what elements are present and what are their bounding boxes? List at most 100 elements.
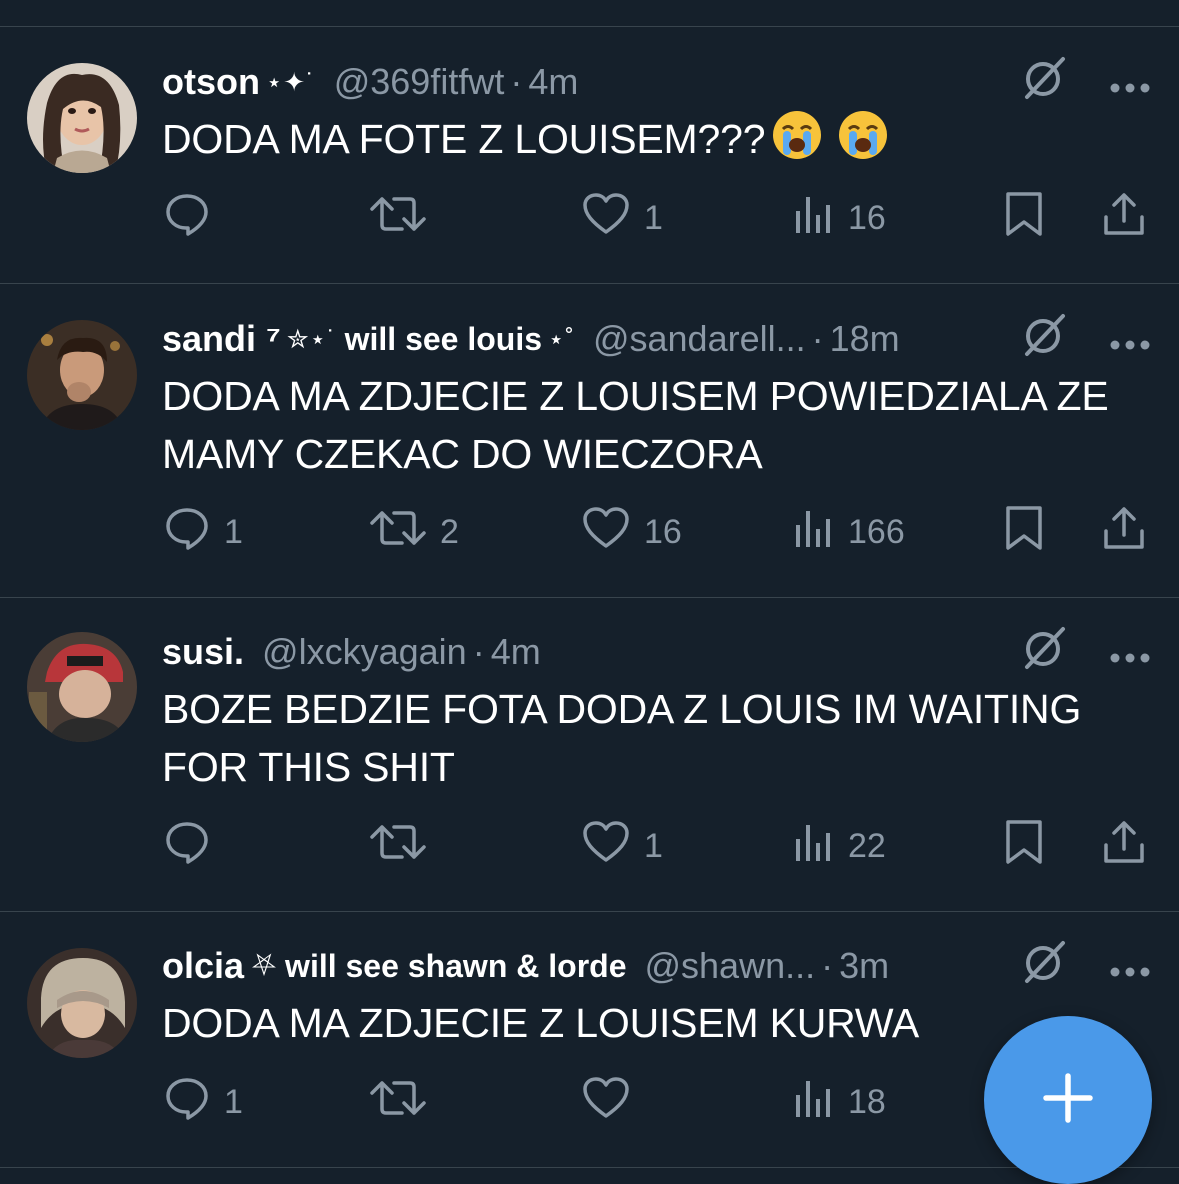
- tweet-header: susi. @lxckyagain · 4m: [162, 624, 1179, 680]
- like-count: 16: [644, 512, 682, 551]
- timeline-feed: otson ⋆✦˙ @369fitfwt · 4m DODA MA FOTE Z…: [0, 0, 1179, 1184]
- retweet-icon: [370, 1075, 426, 1130]
- tweet-actions: 1 16: [162, 188, 1152, 248]
- grok-icon[interactable]: [1021, 55, 1067, 110]
- heart-icon: [582, 1076, 630, 1129]
- retweet-icon: [370, 505, 426, 560]
- reply-button[interactable]: 1: [164, 502, 243, 562]
- tweet-text-content: DODA MA ZDJECIE Z LOUISEM KURWA: [162, 1000, 919, 1046]
- user-handle[interactable]: @sandarell...: [593, 318, 806, 360]
- grok-icon[interactable]: [1021, 939, 1067, 994]
- tweet-text: BOZE BEDZIE FOTA DODA Z LOUIS IM WAITING…: [162, 680, 1159, 796]
- display-name[interactable]: otson: [162, 61, 260, 103]
- avatar[interactable]: [27, 63, 137, 173]
- share-icon: [1102, 191, 1146, 246]
- share-button[interactable]: [1102, 502, 1146, 562]
- share-button[interactable]: [1102, 816, 1146, 876]
- bookmark-button[interactable]: [1004, 816, 1044, 876]
- reply-count: 1: [224, 1082, 243, 1121]
- reply-button[interactable]: [164, 816, 224, 876]
- display-name[interactable]: sandi ⁷: [162, 318, 281, 360]
- tweet-3[interactable]: susi. @lxckyagain · 4m BOZE BEDZIE FOTA …: [0, 598, 1179, 912]
- name-extra-decoration: ⋆˚: [548, 323, 575, 354]
- like-button[interactable]: 1: [582, 816, 663, 876]
- view-count: 16: [848, 198, 886, 237]
- retweet-button[interactable]: [370, 1072, 440, 1132]
- like-button[interactable]: 16: [582, 502, 682, 562]
- display-name[interactable]: olcia: [162, 945, 244, 987]
- separator: ·: [472, 631, 485, 672]
- views-button[interactable]: 22: [794, 816, 886, 876]
- share-icon: [1102, 505, 1146, 560]
- grok-icon[interactable]: [1021, 312, 1067, 367]
- more-dots-icon[interactable]: [1109, 945, 1151, 987]
- tweet-header: olcia ⛧ will see shawn & lorde @shawn...…: [162, 938, 1179, 994]
- views-chart-icon: [794, 821, 834, 872]
- views-button[interactable]: 18: [794, 1072, 886, 1132]
- timestamp[interactable]: 4m: [528, 61, 578, 103]
- more-dots-icon[interactable]: [1109, 61, 1151, 103]
- loudly-crying-face-icon: [771, 109, 823, 161]
- user-handle[interactable]: @lxckyagain: [262, 631, 467, 673]
- avatar[interactable]: [27, 320, 137, 430]
- reply-button[interactable]: 1: [164, 1072, 243, 1132]
- display-name-extra[interactable]: will see shawn & lorde: [285, 948, 626, 985]
- more-dots-icon[interactable]: [1109, 318, 1151, 360]
- header-icons: [1021, 55, 1151, 110]
- views-chart-icon: [794, 193, 834, 244]
- retweet-button[interactable]: [370, 188, 440, 248]
- retweet-button[interactable]: 2: [370, 502, 459, 562]
- reply-icon: [164, 191, 210, 246]
- header-icons: [1021, 312, 1151, 367]
- plus-icon: [1042, 1072, 1094, 1129]
- view-count: 18: [848, 1082, 886, 1121]
- bookmark-icon: [1004, 504, 1044, 561]
- tweet-actions: 1 22: [162, 816, 1152, 876]
- retweet-count: 2: [440, 512, 459, 551]
- tweet-2[interactable]: sandi ⁷ ✮⋆˙ will see louis ⋆˚ @sandarell…: [0, 284, 1179, 598]
- user-handle[interactable]: @shawn...: [644, 945, 815, 987]
- like-button[interactable]: [582, 1072, 644, 1132]
- timestamp[interactable]: 4m: [491, 631, 541, 673]
- timestamp[interactable]: 3m: [839, 945, 889, 987]
- tweet-text: DODA MA FOTE Z LOUISEM???: [162, 109, 1159, 168]
- compose-button[interactable]: [984, 1016, 1152, 1184]
- views-button[interactable]: 166: [794, 502, 905, 562]
- views-chart-icon: [794, 1077, 834, 1128]
- display-name[interactable]: susi.: [162, 631, 244, 673]
- reply-button[interactable]: [164, 188, 224, 248]
- tweet-text-content: BOZE BEDZIE FOTA DODA Z LOUIS IM WAITING…: [162, 686, 1082, 790]
- heart-icon: [582, 192, 630, 245]
- like-count: 1: [644, 826, 663, 865]
- bookmark-icon: [1004, 818, 1044, 875]
- tweet-actions: 1 2 16 166: [162, 502, 1152, 562]
- header-icons: [1021, 939, 1151, 994]
- header-icons: [1021, 625, 1151, 680]
- retweet-icon: [370, 191, 426, 246]
- view-count: 166: [848, 512, 905, 551]
- user-handle[interactable]: @369fitfwt: [334, 61, 505, 103]
- avatar[interactable]: [27, 948, 137, 1058]
- tweet-header: sandi ⁷ ✮⋆˙ will see louis ⋆˚ @sandarell…: [162, 311, 1179, 367]
- reply-icon: [164, 1075, 210, 1130]
- bookmark-button[interactable]: [1004, 188, 1044, 248]
- bookmark-icon: [1004, 190, 1044, 247]
- timestamp[interactable]: 18m: [830, 318, 900, 360]
- grok-icon[interactable]: [1021, 625, 1067, 680]
- share-button[interactable]: [1102, 188, 1146, 248]
- reply-icon: [164, 505, 210, 560]
- share-icon: [1102, 819, 1146, 874]
- retweet-button[interactable]: [370, 816, 440, 876]
- more-dots-icon[interactable]: [1109, 631, 1151, 673]
- tweet-text-content: DODA MA FOTE Z LOUISEM???: [162, 116, 766, 162]
- like-button[interactable]: 1: [582, 188, 663, 248]
- tweet-text-content: DODA MA ZDJECIE Z LOUISEM POWIEDZIALA ZE…: [162, 373, 1109, 477]
- view-count: 22: [848, 826, 886, 865]
- loudly-crying-face-icon: [837, 109, 889, 161]
- avatar[interactable]: [27, 632, 137, 742]
- tweet-1[interactable]: otson ⋆✦˙ @369fitfwt · 4m DODA MA FOTE Z…: [0, 27, 1179, 284]
- display-name-extra[interactable]: will see louis: [345, 321, 542, 358]
- views-button[interactable]: 16: [794, 188, 886, 248]
- heart-icon: [582, 820, 630, 873]
- bookmark-button[interactable]: [1004, 502, 1044, 562]
